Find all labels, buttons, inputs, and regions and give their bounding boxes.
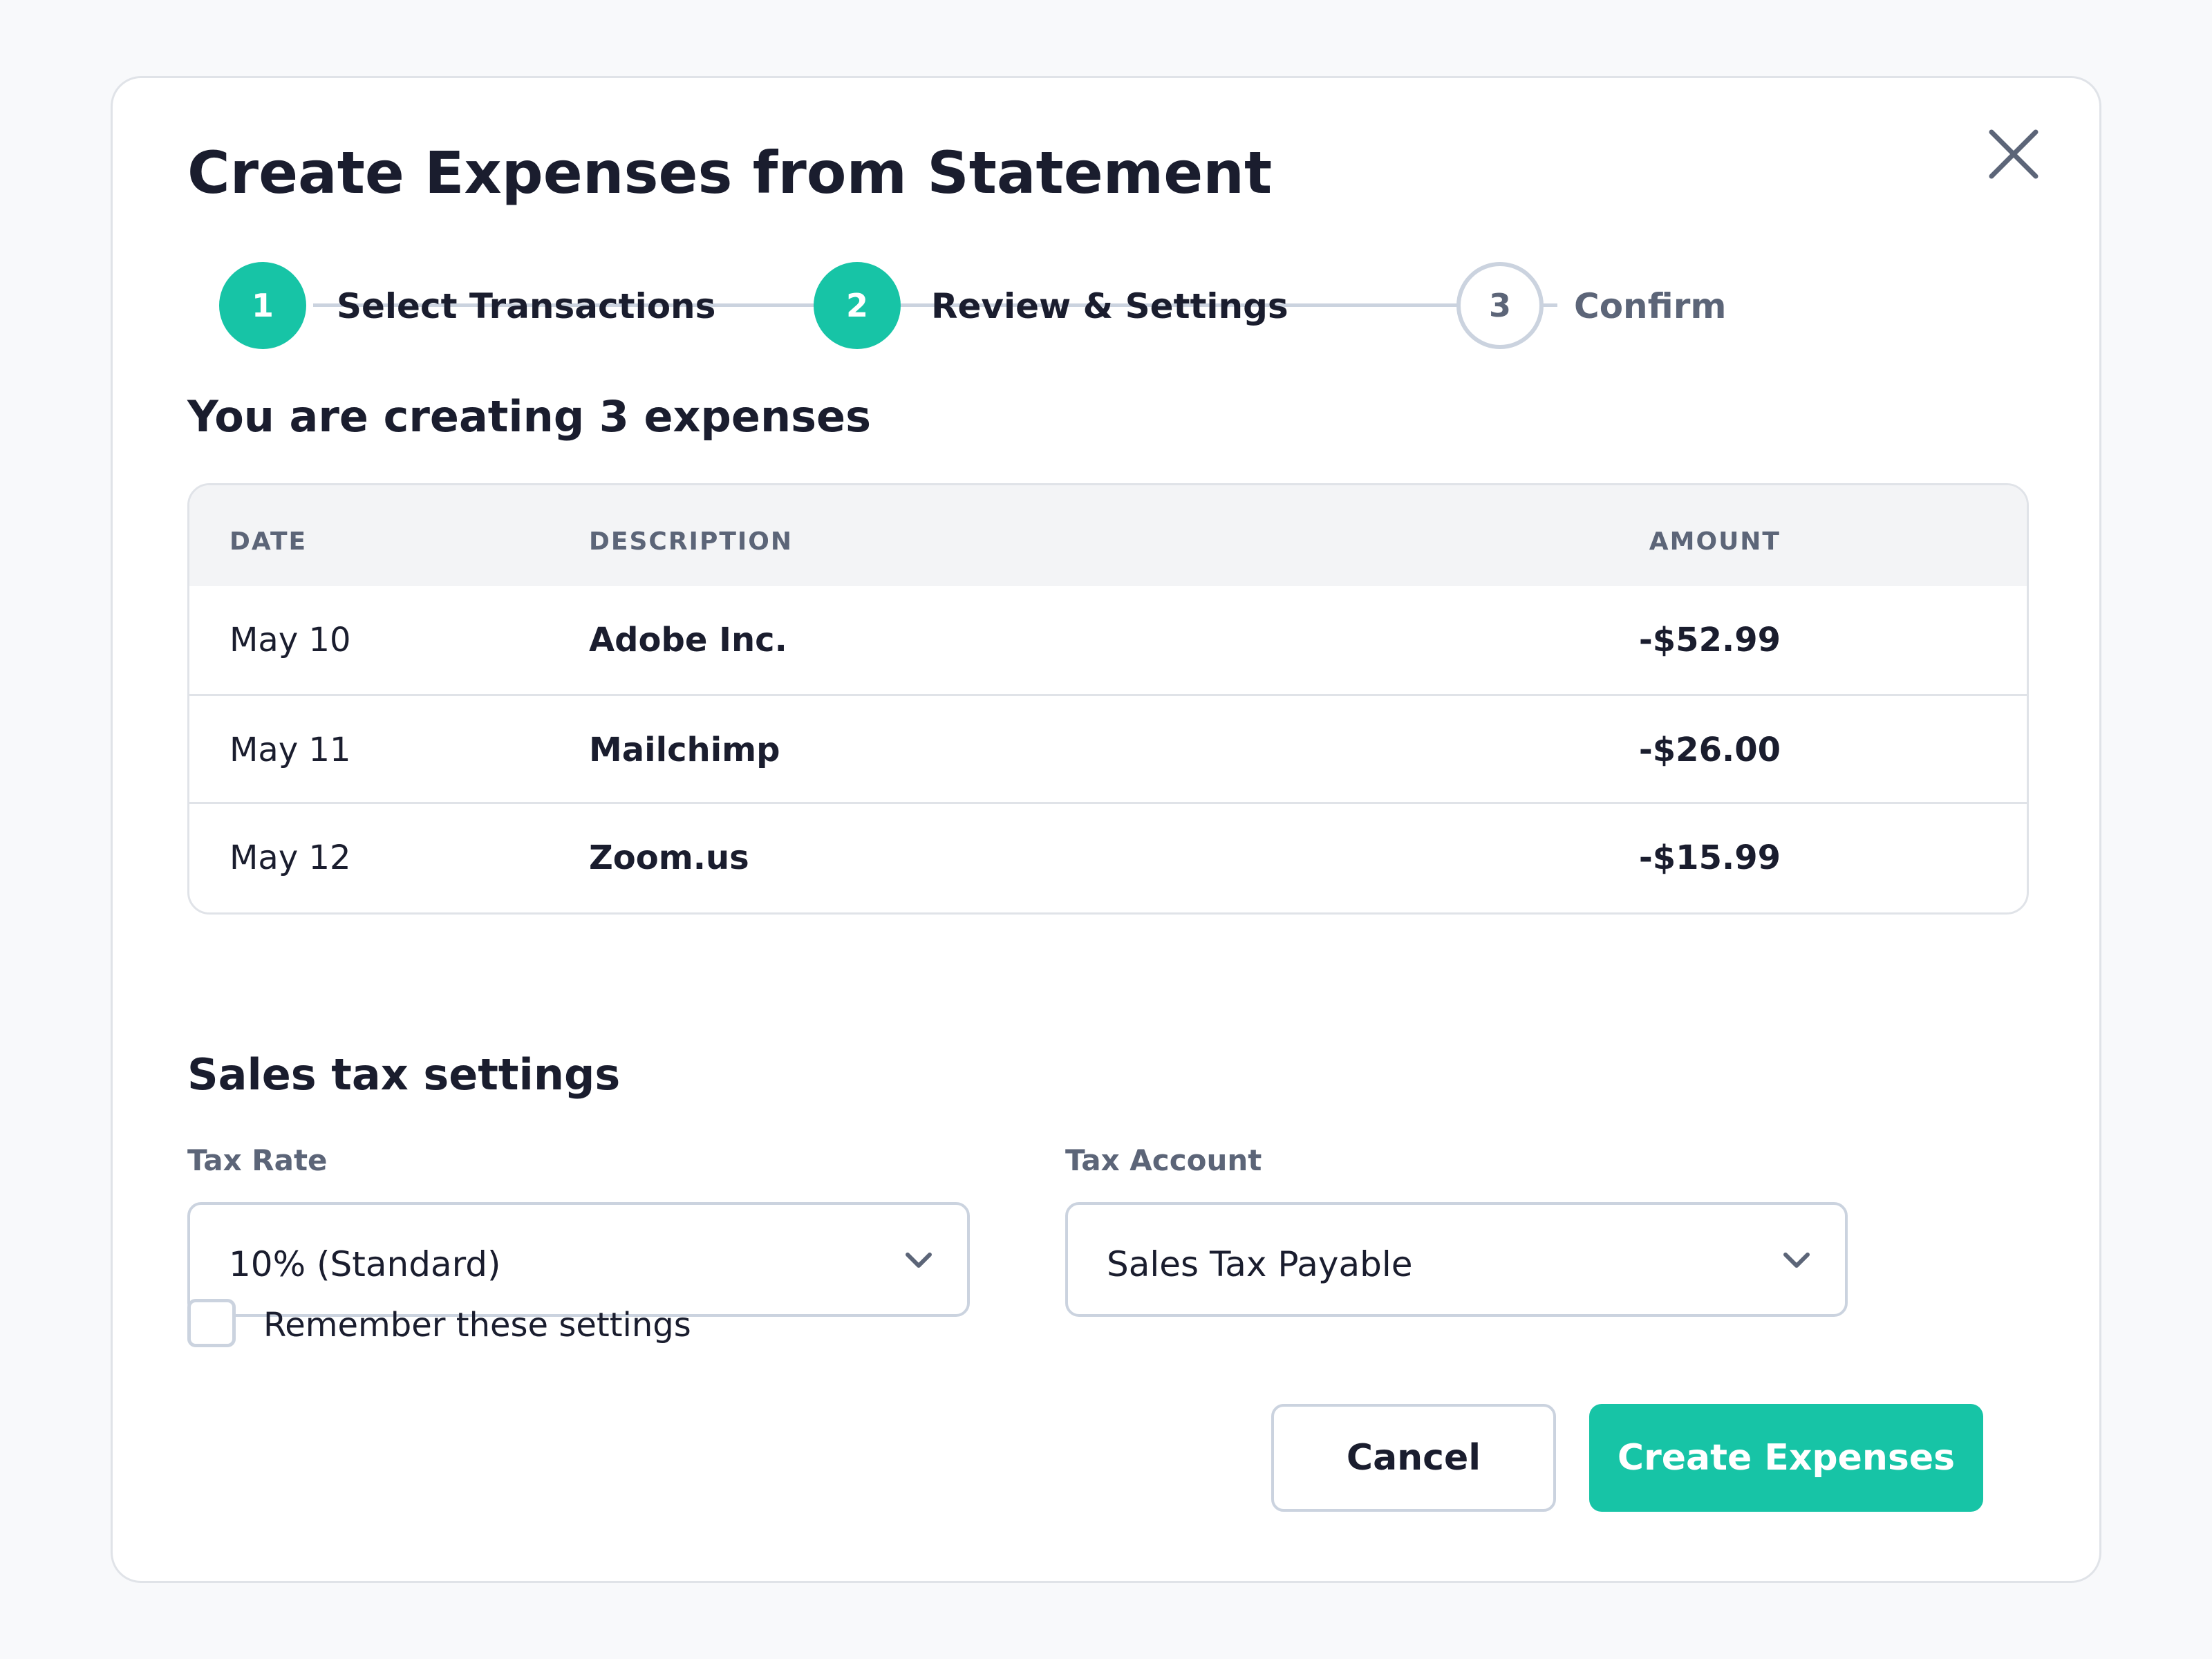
step-2-indicator: 2 — [814, 262, 901, 349]
tax-rate-label: Tax Rate — [187, 1143, 328, 1177]
row-description: Mailchimp — [589, 731, 780, 769]
row-amount: -$52.99 — [1638, 621, 1781, 659]
step-2-label: Review & Settings — [931, 286, 1288, 326]
column-header-amount: AMOUNT — [1649, 527, 1781, 556]
step-1-indicator: 1 — [219, 262, 306, 349]
create-expenses-button[interactable]: Create Expenses — [1589, 1404, 1983, 1512]
table-header: DATE DESCRIPTION AMOUNT — [189, 485, 2027, 586]
row-description: Zoom.us — [589, 838, 749, 877]
close-button[interactable] — [1979, 120, 2048, 189]
create-expenses-dialog: Create Expenses from Statement 1 Select … — [111, 76, 2101, 1583]
sales-tax-heading: Sales tax settings — [187, 1049, 621, 1100]
remember-settings-checkbox[interactable] — [187, 1299, 236, 1347]
table-row: May 10 Adobe Inc. -$52.99 — [189, 586, 2027, 694]
row-date: May 11 — [229, 731, 351, 769]
step-1-label: Select Transactions — [337, 286, 716, 326]
dialog-title: Create Expenses from Statement — [187, 139, 1273, 207]
step-3-indicator: 3 — [1456, 262, 1544, 349]
row-date: May 12 — [229, 838, 351, 877]
chevron-down-icon — [1783, 1253, 1810, 1268]
cancel-button[interactable]: Cancel — [1271, 1404, 1556, 1512]
row-amount: -$26.00 — [1638, 731, 1781, 769]
row-description: Adobe Inc. — [589, 621, 787, 659]
tax-account-label: Tax Account — [1065, 1143, 1262, 1177]
column-header-date: DATE — [229, 527, 308, 556]
expenses-count-heading: You are creating 3 expenses — [187, 391, 871, 442]
table-row: May 12 Zoom.us -$15.99 — [189, 802, 2027, 910]
row-date: May 10 — [229, 621, 351, 659]
row-amount: -$15.99 — [1638, 838, 1781, 877]
step-3-label: Confirm — [1574, 286, 1727, 326]
remember-settings-label[interactable]: Remember these settings — [263, 1299, 691, 1351]
table-row: May 11 Mailchimp -$26.00 — [189, 694, 2027, 802]
close-icon — [1989, 129, 2038, 179]
tax-account-select[interactable]: Sales Tax Payable — [1065, 1202, 1848, 1317]
chevron-down-icon — [906, 1253, 932, 1268]
transactions-table: DATE DESCRIPTION AMOUNT May 10 Adobe Inc… — [187, 483, 2029, 915]
tax-account-value: Sales Tax Payable — [1107, 1244, 1413, 1284]
column-header-description: DESCRIPTION — [589, 527, 794, 556]
